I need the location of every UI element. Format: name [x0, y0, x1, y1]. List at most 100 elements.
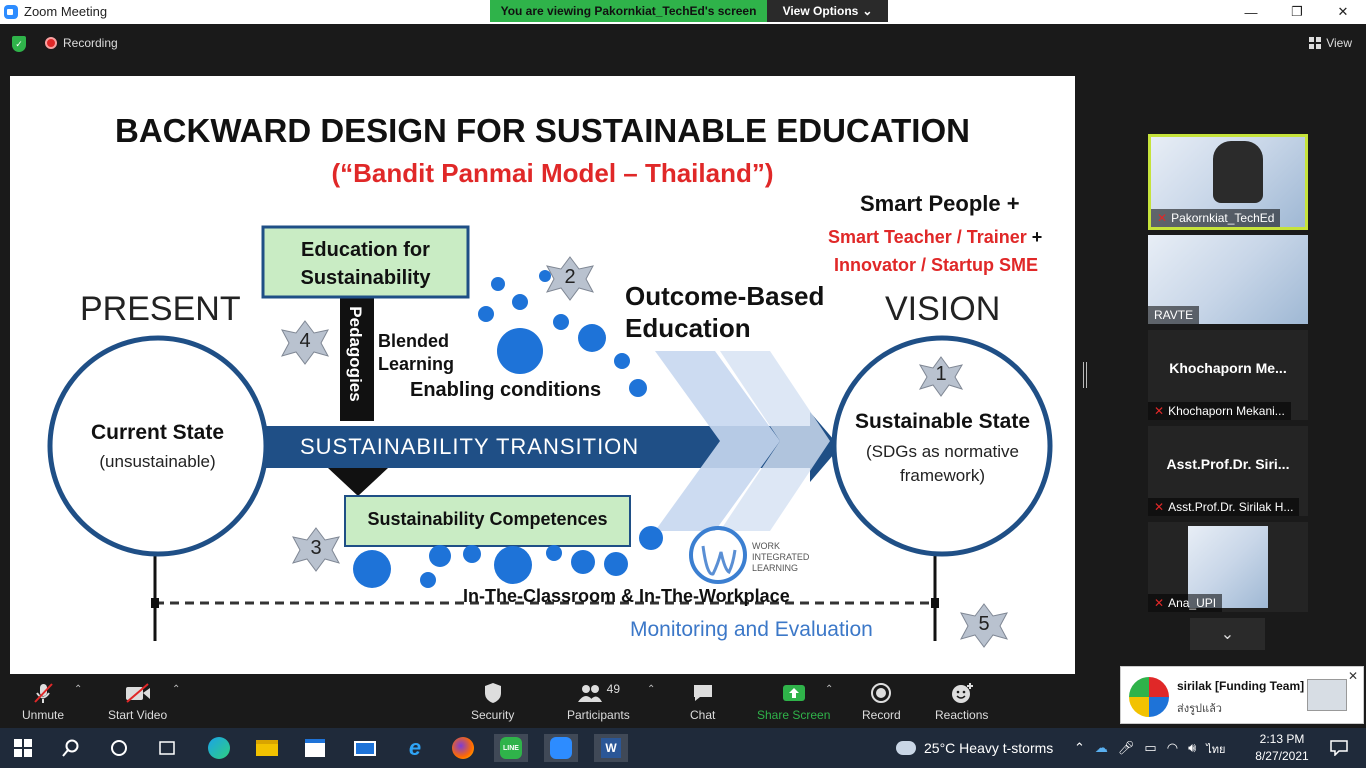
- view-options-button[interactable]: View Options ⌄: [767, 0, 888, 22]
- star-number-2: 2: [564, 266, 576, 288]
- participant-tile[interactable]: ✕ Pakornkiat_TechEd: [1148, 134, 1308, 230]
- security-shield-icon[interactable]: ✓: [12, 36, 26, 52]
- cortana-icon[interactable]: [102, 734, 136, 762]
- unmute-button[interactable]: Unmute: [22, 682, 64, 722]
- participant-tile[interactable]: Asst.Prof.Dr. Siri... ✕ Asst.Prof.Dr. Sir…: [1148, 426, 1308, 516]
- mic-muted-icon: ✕: [1154, 404, 1165, 418]
- wifi-icon[interactable]: ◠: [1167, 740, 1178, 758]
- maximize-button[interactable]: ❐: [1274, 0, 1320, 24]
- plus-sign: +: [1031, 227, 1043, 247]
- outcome-based-education-label: Outcome-Based Education: [625, 280, 824, 344]
- volume-icon[interactable]: 🔊︎: [1188, 740, 1196, 758]
- participant-tile[interactable]: ✕ Ana_UPI: [1148, 522, 1308, 612]
- participant-name: ✕ Ana_UPI: [1148, 594, 1223, 612]
- participant-name: RAVTE: [1148, 306, 1200, 324]
- obe-line1: Outcome-Based: [625, 281, 825, 311]
- wil-line3: LEARNING: [752, 563, 799, 573]
- panel-splitter[interactable]: [1083, 362, 1087, 388]
- file-explorer-icon[interactable]: [250, 734, 284, 762]
- firefox-icon[interactable]: [446, 734, 480, 762]
- avatar: [1129, 677, 1169, 717]
- gallery-grid-icon: [1309, 37, 1322, 49]
- system-tray: ⌃ ☁ 🎤︎ ▭ ◠ 🔊︎ ไทย: [1074, 740, 1226, 758]
- task-view-icon[interactable]: [150, 734, 184, 762]
- line-app-icon[interactable]: LINE: [494, 734, 528, 762]
- chat-button[interactable]: Chat: [690, 682, 715, 722]
- participant-tile[interactable]: RAVTE: [1148, 235, 1308, 324]
- weather-text: 25°C Heavy t-storms: [924, 740, 1054, 756]
- minimize-button[interactable]: —: [1228, 0, 1274, 24]
- recording-indicator[interactable]: Recording: [45, 36, 118, 50]
- participants-count: 49: [606, 682, 621, 696]
- start-video-button[interactable]: Start Video: [108, 682, 167, 722]
- security-button[interactable]: Security: [471, 682, 514, 722]
- input-language[interactable]: ไทย: [1206, 740, 1225, 758]
- star-number-5: 5: [978, 613, 990, 635]
- mic-muted-icon: [32, 682, 54, 704]
- gallery-scroll-down-button[interactable]: ⌄: [1190, 618, 1265, 650]
- participant-tile[interactable]: Khochaporn Me... ✕ Khochaporn Mekani...: [1148, 330, 1308, 420]
- chevron-up-icon[interactable]: ⌃: [1074, 740, 1085, 758]
- start-video-label: Start Video: [108, 708, 168, 722]
- chat-icon: [692, 682, 714, 704]
- blended-line2: Learning: [378, 354, 455, 374]
- record-button[interactable]: Record: [862, 682, 901, 722]
- present-label: PRESENT: [80, 290, 241, 328]
- wil-line2: INTEGRATED: [752, 552, 810, 562]
- notification-center-icon[interactable]: [1322, 734, 1356, 762]
- vision-label: VISION: [885, 290, 1001, 328]
- word-app-icon[interactable]: W: [594, 734, 628, 762]
- mail-icon[interactable]: [348, 734, 382, 762]
- share-screen-button[interactable]: Share Screen: [757, 682, 830, 722]
- store-icon[interactable]: [298, 734, 332, 762]
- microphone-icon[interactable]: 🎤︎: [1118, 740, 1135, 758]
- participant-name-text: Pakornkiat_TechEd: [1171, 211, 1275, 225]
- record-icon: [870, 682, 892, 704]
- search-icon[interactable]: [54, 734, 88, 762]
- clock[interactable]: 2:13 PM 8/27/2021: [1252, 731, 1312, 765]
- weather-widget[interactable]: 25°C Heavy t-storms: [896, 740, 1053, 756]
- wil-line1: WORK: [752, 541, 780, 551]
- mic-muted-icon: ✕: [1154, 596, 1165, 610]
- window-controls: — ❐ ✕: [1228, 0, 1366, 24]
- participant-name: ✕ Asst.Prof.Dr. Sirilak H...: [1148, 498, 1300, 516]
- unmute-label: Unmute: [22, 708, 65, 722]
- record-label: Record: [862, 708, 901, 722]
- video-options-caret-icon[interactable]: ⌃: [172, 684, 180, 695]
- battery-icon[interactable]: ▭: [1144, 740, 1156, 758]
- window-title: Zoom Meeting: [24, 4, 108, 19]
- recording-label: Recording: [63, 36, 118, 50]
- window-titlebar: Zoom Meeting You are viewing Pakornkiat_…: [0, 0, 1366, 24]
- slide-subtitle: (“Bandit Panmai Model – Thailand”): [331, 158, 774, 188]
- sustainable-state-label: Sustainable State: [854, 410, 1031, 433]
- share-options-caret-icon[interactable]: ⌃: [825, 684, 833, 695]
- participants-options-caret-icon[interactable]: ⌃: [647, 684, 655, 695]
- classroom-workplace-label: In-The-Classroom & In-The-Workplace: [463, 586, 790, 606]
- innovator-label: Innovator / Startup SME: [834, 255, 1039, 275]
- chat-notification[interactable]: sirilak [Funding Team] ส่งรูปแล้ว ✕: [1120, 666, 1364, 724]
- participant-display-name: Asst.Prof.Dr. Siri...: [1166, 456, 1290, 472]
- windows-start-icon[interactable]: [6, 734, 40, 762]
- zoom-app-icon[interactable]: [544, 734, 578, 762]
- internet-explorer-icon[interactable]: e: [398, 734, 432, 762]
- edge-browser-icon[interactable]: [202, 734, 236, 762]
- reactions-button[interactable]: Reactions: [935, 682, 988, 722]
- obe-line2: Education: [625, 313, 751, 343]
- view-button[interactable]: View: [1309, 36, 1352, 50]
- sdg-label: (SDGs as normative framework): [840, 440, 1045, 488]
- close-button[interactable]: ✕: [1320, 0, 1366, 24]
- mic-muted-icon: ✕: [1157, 211, 1168, 225]
- viewing-banner: You are viewing Pakornkiat_TechEd's scre…: [490, 0, 767, 22]
- view-label: View: [1326, 36, 1352, 50]
- notification-message: ส่งรูปแล้ว: [1177, 703, 1222, 715]
- clock-time: 2:13 PM: [1259, 732, 1305, 746]
- monitoring-label: Monitoring and Evaluation: [630, 618, 873, 641]
- audio-options-caret-icon[interactable]: ⌃: [74, 684, 82, 695]
- view-options-label: View Options: [782, 4, 859, 18]
- onedrive-cloud-icon[interactable]: ☁: [1095, 740, 1108, 758]
- share-screen-icon: [782, 682, 806, 704]
- video-off-icon: [124, 682, 152, 704]
- participants-button[interactable]: 49 Participants: [567, 682, 630, 722]
- close-icon[interactable]: ✕: [1348, 669, 1358, 683]
- smart-people-label: Smart People +: [860, 191, 1020, 216]
